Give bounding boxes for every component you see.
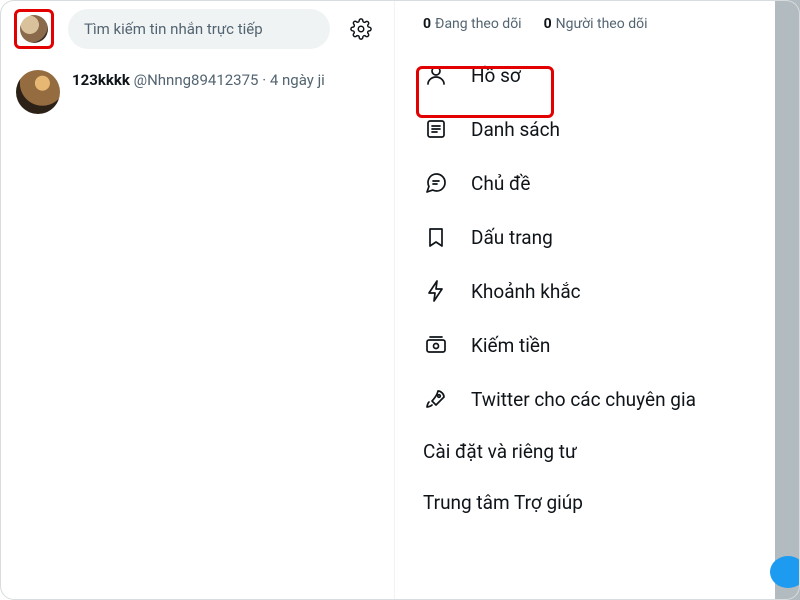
conversation-meta: 123kkkk @Nhnng89412375 · 4 ngày ji [72,70,378,114]
conversation-handle: @Nhnng89412375 [134,71,259,89]
following-label: Đang theo dõi [435,16,522,32]
follow-stats: 0Đang theo dõi 0Người theo dõi [395,0,775,42]
conversation-row[interactable]: 123kkkk @Nhnng89412375 · 4 ngày ji [0,58,394,126]
background-gutter [775,0,800,600]
menu-moments-label: Khoảnh khắc [471,280,581,303]
followers-label: Người theo dõi [556,16,648,32]
menu-help-label: Trung tâm Trợ giúp [423,491,583,514]
bookmark-icon [423,224,449,250]
dm-header: Tìm kiếm tin nhắn trực tiếp [0,0,394,58]
my-avatar[interactable] [20,15,48,43]
drawer-menu: Hồ sơ Danh sách Chủ đề Dấu trang Khoảnh [395,42,775,528]
menu-monetize[interactable]: Kiếm tiền [395,318,775,372]
conversation-time: · 4 ngày ji [258,71,324,89]
menu-profile-label: Hồ sơ [471,64,521,87]
gear-icon [350,18,372,40]
menu-moments[interactable]: Khoảnh khắc [395,264,775,318]
account-drawer: 0Đang theo dõi 0Người theo dõi Hồ sơ Dan… [395,0,775,600]
menu-help[interactable]: Trung tâm Trợ giúp [395,477,775,528]
following-stat[interactable]: 0Đang theo dõi [423,16,522,32]
menu-professionals[interactable]: Twitter cho các chuyên gia [395,372,775,426]
menu-lists[interactable]: Danh sách [395,102,775,156]
followers-count: 0 [544,16,556,32]
followers-stat[interactable]: 0Người theo dõi [544,16,648,32]
dm-panel: Tìm kiếm tin nhắn trực tiếp 123kkkk @Nhn… [0,0,395,600]
menu-lists-label: Danh sách [471,118,560,141]
list-icon [423,116,449,142]
avatar-highlight [14,9,54,49]
topic-icon [423,170,449,196]
rocket-icon [423,386,449,412]
conversation-avatar [16,70,60,114]
person-icon [423,62,449,88]
menu-topics-label: Chủ đề [471,172,530,195]
menu-settings-label: Cài đặt và riêng tư [423,440,577,463]
dm-search-input[interactable]: Tìm kiếm tin nhắn trực tiếp [68,9,330,49]
menu-profile[interactable]: Hồ sơ [395,48,775,102]
menu-settings[interactable]: Cài đặt và riêng tư [395,426,775,477]
conversation-name: 123kkkk [72,71,130,89]
money-icon [423,332,449,358]
menu-monetize-label: Kiếm tiền [471,334,550,357]
dm-settings-button[interactable] [344,12,378,46]
lightning-icon [423,278,449,304]
menu-bookmarks[interactable]: Dấu trang [395,210,775,264]
menu-professionals-label: Twitter cho các chuyên gia [471,388,696,411]
compose-fab[interactable] [770,556,800,588]
menu-bookmarks-label: Dấu trang [471,226,553,249]
menu-topics[interactable]: Chủ đề [395,156,775,210]
following-count: 0 [423,16,435,32]
